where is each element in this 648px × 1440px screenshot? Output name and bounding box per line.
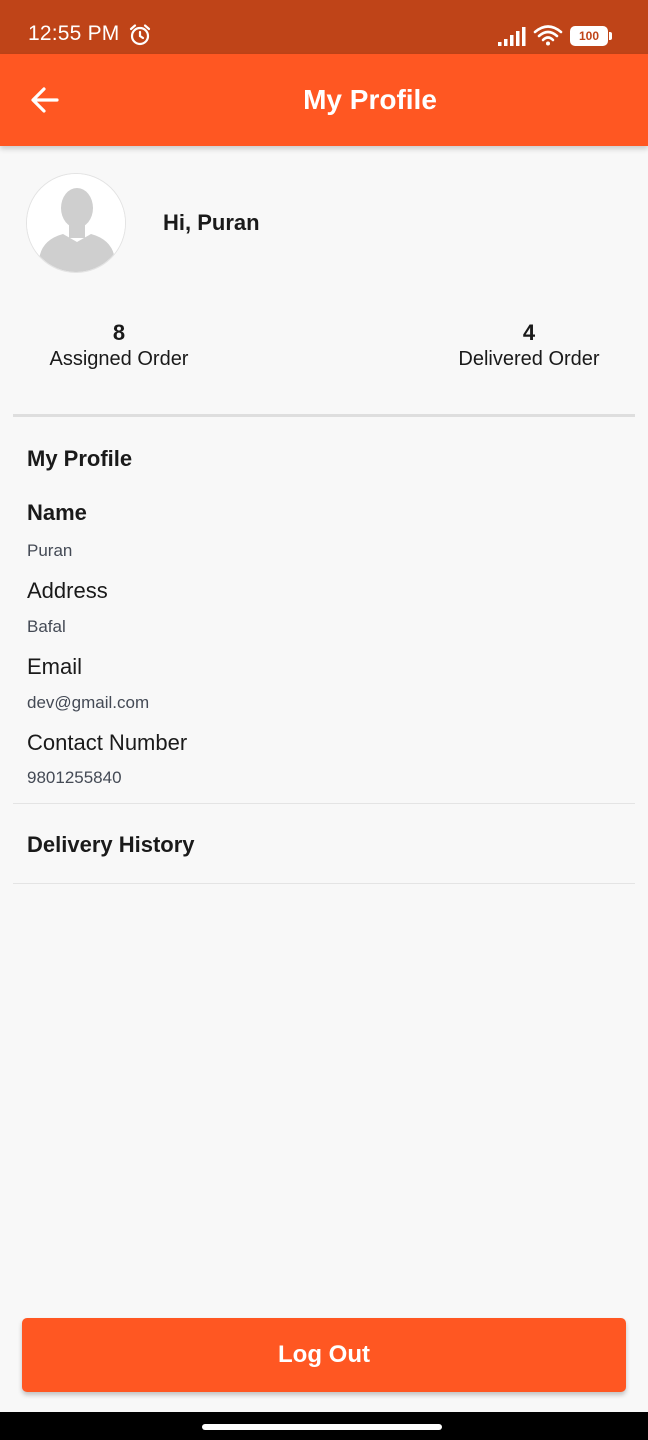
arrow-left-icon: [31, 87, 59, 113]
contact-number-value: 9801255840: [27, 768, 122, 787]
delivered-order-stat: 4 Delivered Order: [448, 320, 610, 372]
my-profile-heading: My Profile: [27, 446, 133, 471]
section-divider: [13, 414, 635, 417]
battery-level: 100: [578, 29, 600, 43]
delivery-history-link[interactable]: Delivery History: [27, 832, 195, 858]
person-silhouette-icon: [27, 174, 125, 272]
name-value: Puran: [27, 541, 73, 560]
app-bar: My Profile: [0, 54, 648, 146]
logout-button[interactable]: Log Out: [22, 1318, 626, 1392]
contact-number-label: Contact Number: [27, 730, 188, 755]
greeting-text: Hi, Puran: [163, 210, 260, 235]
assigned-order-stat: 8 Assigned Order: [38, 320, 200, 372]
wifi-icon: [533, 25, 563, 46]
system-nav-bar: [0, 1412, 648, 1440]
assigned-order-count: 8: [112, 320, 126, 345]
signal-icon: [498, 27, 526, 46]
address-label: Address: [27, 578, 108, 603]
divider: [13, 883, 635, 884]
status-time: 12:55 PM: [28, 22, 120, 45]
divider: [13, 803, 635, 804]
home-indicator[interactable]: [202, 1424, 442, 1430]
address-value: Bafal: [27, 617, 66, 636]
name-label: Name: [27, 500, 87, 525]
delivered-order-label: Delivered Order: [458, 348, 600, 370]
battery-icon: 100: [570, 26, 612, 46]
delivered-order-count: 4: [522, 320, 536, 345]
status-bar: 12:55 PM 100: [0, 0, 648, 54]
assigned-order-label: Assigned Order: [49, 348, 189, 370]
page-title: My Profile: [303, 84, 437, 115]
email-label: Email: [27, 654, 83, 679]
alarm-icon: [129, 24, 151, 46]
email-value: dev@gmail.com: [27, 693, 150, 712]
avatar: [26, 173, 126, 273]
back-button[interactable]: [20, 78, 70, 122]
